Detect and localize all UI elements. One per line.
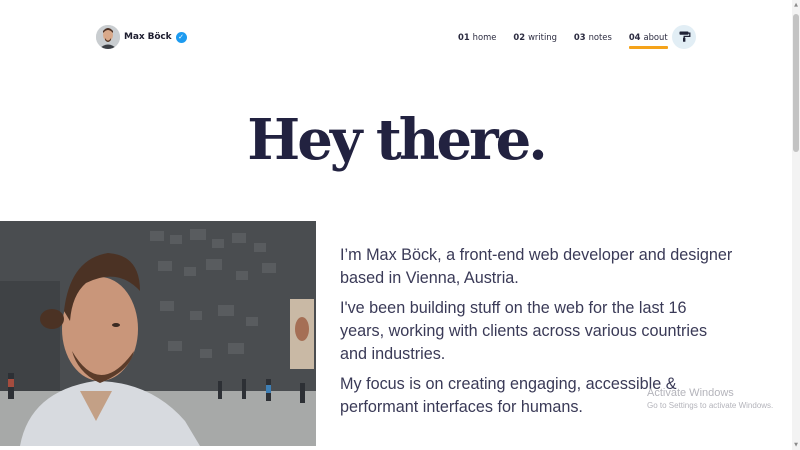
brand-home-link[interactable]: Max Böck ✓ bbox=[96, 25, 187, 49]
nav-item-number: 01 bbox=[458, 32, 470, 42]
brand-name: Max Böck bbox=[124, 32, 172, 42]
nav-item-home[interactable]: 01 home bbox=[458, 30, 496, 44]
nav-item-label: about bbox=[643, 32, 668, 42]
nav-item-number: 02 bbox=[513, 32, 526, 42]
nav-item-about[interactable]: 04 about bbox=[628, 30, 668, 49]
page-title: Hey there. bbox=[247, 107, 547, 173]
theme-toggle-button[interactable] bbox=[672, 25, 696, 49]
intro-paragraph: I’m Max Böck, a front-end web developer … bbox=[340, 246, 733, 287]
activate-windows-watermark: Activate Windows Go to Settings to activ… bbox=[647, 386, 773, 412]
intro-paragraph: I've been building stuff on the web for … bbox=[340, 299, 708, 363]
main-nav: 01 home 02 writing 03 notes 04 about bbox=[458, 30, 685, 49]
nav-item-number: 04 bbox=[628, 32, 641, 42]
nav-item-label: notes bbox=[588, 32, 612, 42]
scroll-down-arrow-icon[interactable]: ▼ bbox=[792, 440, 800, 450]
scrollbar-thumb[interactable] bbox=[793, 14, 799, 152]
watermark-title: Activate Windows bbox=[647, 387, 734, 399]
nav-item-notes[interactable]: 03 notes bbox=[574, 30, 612, 44]
site-header: Max Böck ✓ 01 home 02 writing 03 notes 04 ab… bbox=[0, 0, 792, 75]
portrait-photo bbox=[0, 221, 316, 446]
verified-check-icon: ✓ bbox=[175, 31, 187, 43]
avatar bbox=[96, 25, 120, 49]
watermark-subtitle: Go to Settings to activate Windows. bbox=[647, 401, 774, 410]
scroll-up-arrow-icon[interactable]: ▲ bbox=[792, 0, 800, 10]
nav-item-label: home bbox=[472, 32, 497, 42]
paint-roller-icon bbox=[678, 28, 691, 47]
nav-item-writing[interactable]: 02 writing bbox=[513, 30, 557, 44]
nav-item-number: 03 bbox=[573, 32, 586, 42]
nav-item-label: writing bbox=[528, 32, 557, 42]
vertical-scrollbar[interactable]: ▲ ▼ bbox=[792, 0, 800, 450]
